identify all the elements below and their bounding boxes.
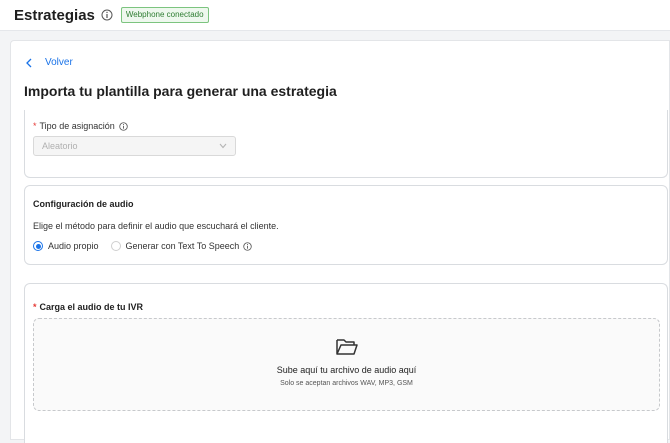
info-icon[interactable]	[243, 241, 252, 251]
page-title: Estrategias	[14, 6, 95, 24]
audio-config-title: Configuración de audio	[33, 199, 134, 209]
chevron-down-icon	[219, 143, 227, 149]
info-icon[interactable]	[101, 9, 113, 21]
dropzone-title: Sube aquí tu archivo de audio aquí	[276, 365, 417, 375]
main-panel: Volver Importa tu plantilla para generar…	[10, 40, 670, 443]
radio-button-unchecked[interactable]	[110, 241, 121, 251]
back-link[interactable]: Volver	[25, 57, 73, 68]
section-heading: Importa tu plantilla para generar una es…	[24, 83, 337, 99]
audio-dropzone[interactable]: Sube aquí tu archivo de audio aquí Solo …	[33, 318, 660, 411]
upload-card: * Carga el audio de tu IVR Sube aquí tu …	[24, 283, 668, 443]
assignment-select-value: Aleatorio	[42, 141, 78, 151]
assignment-label-row: * Tipo de asignación	[33, 121, 128, 131]
upload-label: Carga el audio de tu IVR	[39, 302, 144, 312]
required-mark: *	[33, 121, 37, 131]
info-icon[interactable]	[119, 121, 128, 131]
webphone-status-badge: Webphone conectado	[120, 7, 209, 23]
radio-button-checked[interactable]	[33, 241, 43, 251]
assignment-card: * Tipo de asignación Aleatorio	[24, 110, 668, 178]
back-label: Volver	[45, 57, 73, 68]
radio-label: Audio propio	[48, 241, 99, 251]
audio-config-description: Elige el método para definir el audio qu…	[33, 221, 279, 231]
radio-label: Generar con Text To Speech	[125, 241, 240, 251]
upload-label-row: * Carga el audio de tu IVR	[33, 302, 143, 312]
assignment-type-select[interactable]: Aleatorio	[33, 136, 236, 156]
audio-method-radio-group: Audio propio Generar con Text To Speech	[33, 241, 252, 251]
dropzone-subtitle: Solo se aceptan archivos WAV, MP3, GSM	[280, 380, 413, 387]
required-mark: *	[33, 302, 37, 312]
radio-text-to-speech[interactable]: Generar con Text To Speech	[110, 241, 253, 251]
top-bar: Estrategias Webphone conectado	[0, 0, 670, 31]
assignment-label: Tipo de asignación	[39, 121, 115, 131]
chevron-left-icon	[25, 58, 33, 68]
audio-config-card: Configuración de audio Elige el método p…	[24, 185, 668, 265]
radio-audio-propio[interactable]: Audio propio	[33, 241, 99, 251]
folder-open-icon	[335, 337, 359, 357]
